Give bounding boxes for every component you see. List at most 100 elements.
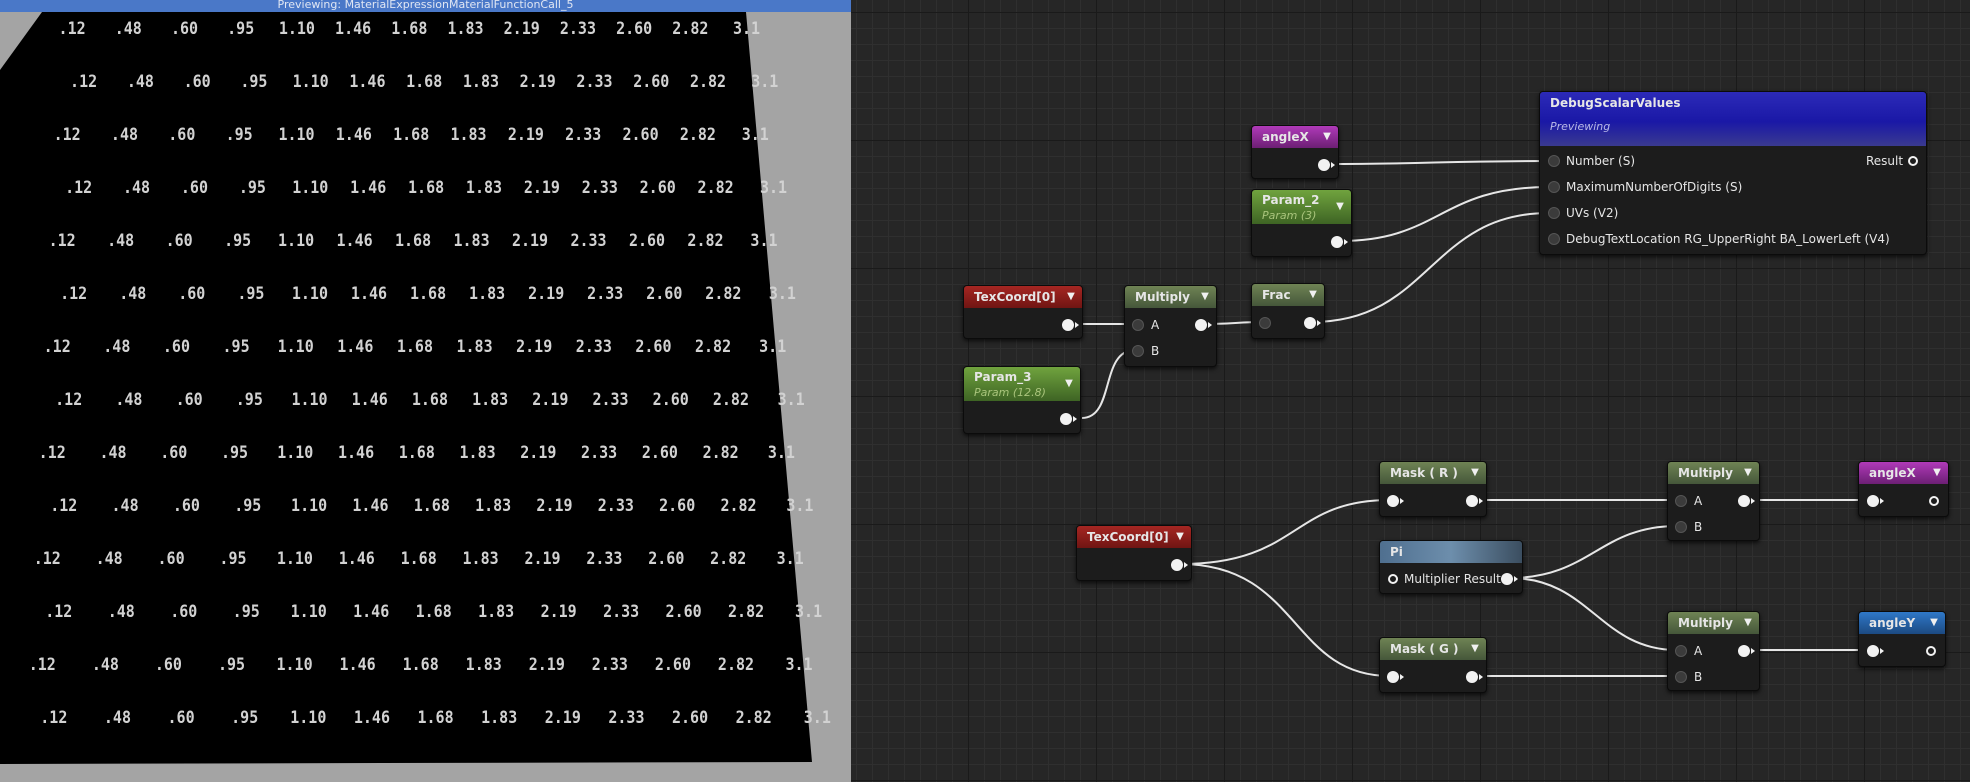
- anglex-header[interactable]: angleX ▼: [1252, 126, 1338, 148]
- anglex-output-pin[interactable]: [1318, 159, 1335, 171]
- chevron-down-icon[interactable]: ▼: [1333, 200, 1347, 214]
- preview-number: 2.82: [705, 283, 742, 304]
- preview-number: 1.46: [336, 230, 373, 251]
- mask-r-header[interactable]: Mask ( R ) ▼: [1380, 462, 1486, 484]
- mask-r-node[interactable]: Mask ( R ) ▼: [1379, 461, 1487, 517]
- preview-number: .60: [175, 389, 203, 410]
- material-preview-viewport[interactable]: .12 .48 .60 .95 1.10 1.46 1.68 1.83 2.19 2.33 2.60…: [0, 0, 851, 782]
- preview-number-row: .12 .48 .60 .95 1.10 1.46 1.68 1.83 2.19 2.33 2.60…: [22, 707, 849, 735]
- pin-debug-text-location[interactable]: [1548, 233, 1560, 245]
- preview-number: 3.1: [732, 18, 761, 39]
- param3-output-pin[interactable]: [1060, 413, 1077, 425]
- multiply-bottom2-output-pin[interactable]: [1738, 645, 1755, 657]
- multiply-bottom1-node[interactable]: Multiply ▼ A B: [1667, 461, 1760, 541]
- preview-number: 3.1: [795, 601, 823, 622]
- anglex-output-node[interactable]: angleX ▼: [1858, 461, 1949, 517]
- chevron-down-icon[interactable]: ▼: [1468, 466, 1482, 480]
- multiply-bottom1-output-pin[interactable]: [1738, 495, 1755, 507]
- preview-title: Previewing: MaterialExpressionMaterialFu…: [277, 0, 574, 11]
- anglex-reroute-node[interactable]: angleX ▼: [1251, 125, 1339, 179]
- mask-g-node[interactable]: Mask ( G ) ▼: [1379, 637, 1487, 693]
- pin-result-output[interactable]: [1907, 155, 1919, 167]
- chevron-down-icon[interactable]: ▼: [1468, 642, 1482, 656]
- angley-node[interactable]: angleY ▼: [1858, 611, 1946, 667]
- multiply-bottom2-header[interactable]: Multiply ▼: [1668, 612, 1759, 634]
- multiply-bottom1-pin-b[interactable]: [1675, 521, 1687, 533]
- multiply-top-pin-b[interactable]: [1132, 345, 1144, 357]
- mask-r-input-pin[interactable]: [1387, 495, 1404, 507]
- preview-number: 2.19: [524, 548, 561, 569]
- anglex-output-output-pin[interactable]: [1928, 495, 1940, 507]
- param2-output-pin[interactable]: [1331, 236, 1348, 248]
- multiply-top-node[interactable]: Multiply ▼ A B: [1124, 285, 1217, 367]
- multiply-bottom2-pin-a[interactable]: [1675, 645, 1687, 657]
- chevron-down-icon[interactable]: ▼: [1306, 288, 1320, 302]
- texcoord-bottom-output-pin[interactable]: [1171, 559, 1188, 571]
- preview-number: .95: [232, 601, 260, 622]
- pin-number[interactable]: [1548, 155, 1560, 167]
- preview-number: 1.83: [453, 230, 490, 251]
- preview-number: 2.19: [511, 230, 549, 251]
- param3-node[interactable]: Param_3 Param (12.8) ▼: [963, 366, 1081, 434]
- mask-g-output-pin[interactable]: [1466, 671, 1483, 683]
- anglex-title: angleX: [1262, 130, 1309, 144]
- pi-output-pin[interactable]: [1501, 573, 1518, 585]
- preview-number: .95: [217, 654, 246, 675]
- multiply-bottom1-pin-a[interactable]: [1675, 495, 1687, 507]
- multiply-bottom2-node[interactable]: Multiply ▼ A B: [1667, 611, 1760, 691]
- mask-g-header[interactable]: Mask ( G ) ▼: [1380, 638, 1486, 660]
- param2-node[interactable]: Param_2 Param (3) ▼: [1251, 189, 1352, 257]
- chevron-down-icon[interactable]: ▼: [1741, 616, 1755, 630]
- chevron-down-icon[interactable]: ▼: [1741, 466, 1755, 480]
- multiply-top-output-pin[interactable]: [1195, 319, 1212, 331]
- preview-number: .95: [235, 389, 263, 410]
- chevron-down-icon[interactable]: ▼: [1320, 130, 1334, 144]
- pi-header[interactable]: Pi: [1380, 541, 1522, 563]
- preview-number: 1.10: [291, 495, 328, 516]
- multiply-bottom2-pin-b[interactable]: [1675, 671, 1687, 683]
- chevron-down-icon[interactable]: ▼: [1930, 466, 1944, 480]
- texcoord-top-header[interactable]: TexCoord[0] ▼: [964, 286, 1082, 308]
- preview-number: 1.46: [352, 495, 389, 516]
- param2-header[interactable]: Param_2 Param (3) ▼: [1252, 190, 1351, 224]
- angley-input-pin[interactable]: [1867, 645, 1884, 657]
- angley-header[interactable]: angleY ▼: [1859, 612, 1945, 634]
- frac-output-pin[interactable]: [1304, 317, 1321, 329]
- multiply-top-pin-a[interactable]: [1132, 319, 1144, 331]
- preview-number-row: .12 .48 .60 .95 1.10 1.46 1.68 1.83 2.19 2.33 2.60…: [16, 548, 821, 576]
- preview-number: 1.68: [409, 283, 447, 304]
- chevron-down-icon[interactable]: ▼: [1062, 377, 1076, 391]
- texcoord-bottom-node[interactable]: TexCoord[0] ▼: [1076, 525, 1192, 581]
- pi-constant-node[interactable]: Pi Multiplier Result: [1379, 540, 1523, 594]
- pin-max-digits[interactable]: [1548, 181, 1560, 193]
- anglex-output-input-pin[interactable]: [1867, 495, 1884, 507]
- multiply-bottom1-header[interactable]: Multiply ▼: [1668, 462, 1759, 484]
- preview-number: .95: [234, 495, 262, 516]
- pi-input-pin[interactable]: [1387, 573, 1399, 585]
- texcoord-top-output-pin[interactable]: [1062, 319, 1079, 331]
- chevron-down-icon[interactable]: ▼: [1927, 616, 1941, 630]
- pin-uvs[interactable]: [1548, 207, 1560, 219]
- debug-scalar-values-node[interactable]: DebugScalarValues Previewing Number (S) …: [1539, 91, 1927, 255]
- frac-input-pin[interactable]: [1259, 317, 1271, 329]
- texcoord-bottom-header[interactable]: TexCoord[0] ▼: [1077, 526, 1191, 548]
- mask-r-output-pin[interactable]: [1466, 495, 1483, 507]
- preview-number: .60: [160, 442, 188, 463]
- multiply-top-header[interactable]: Multiply ▼: [1125, 286, 1216, 308]
- frac-header[interactable]: Frac ▼: [1252, 284, 1324, 306]
- debug-node-header[interactable]: DebugScalarValues Previewing: [1540, 92, 1926, 146]
- mask-g-input-pin[interactable]: [1387, 671, 1404, 683]
- chevron-down-icon[interactable]: ▼: [1064, 290, 1078, 304]
- texcoord-top-node[interactable]: TexCoord[0] ▼: [963, 285, 1083, 339]
- preview-number: 1.83: [447, 18, 484, 39]
- preview-number: 1.68: [415, 601, 452, 622]
- preview-number: 2.82: [717, 654, 755, 675]
- anglex-output-header[interactable]: angleX ▼: [1859, 462, 1948, 484]
- frac-node[interactable]: Frac ▼: [1251, 283, 1325, 339]
- preview-number: 2.82: [735, 707, 772, 728]
- angley-output-pin[interactable]: [1925, 645, 1937, 657]
- chevron-down-icon[interactable]: ▼: [1198, 290, 1212, 304]
- param3-header[interactable]: Param_3 Param (12.8) ▼: [964, 367, 1080, 401]
- preview-number: 1.68: [395, 230, 432, 251]
- chevron-down-icon[interactable]: ▼: [1173, 530, 1187, 544]
